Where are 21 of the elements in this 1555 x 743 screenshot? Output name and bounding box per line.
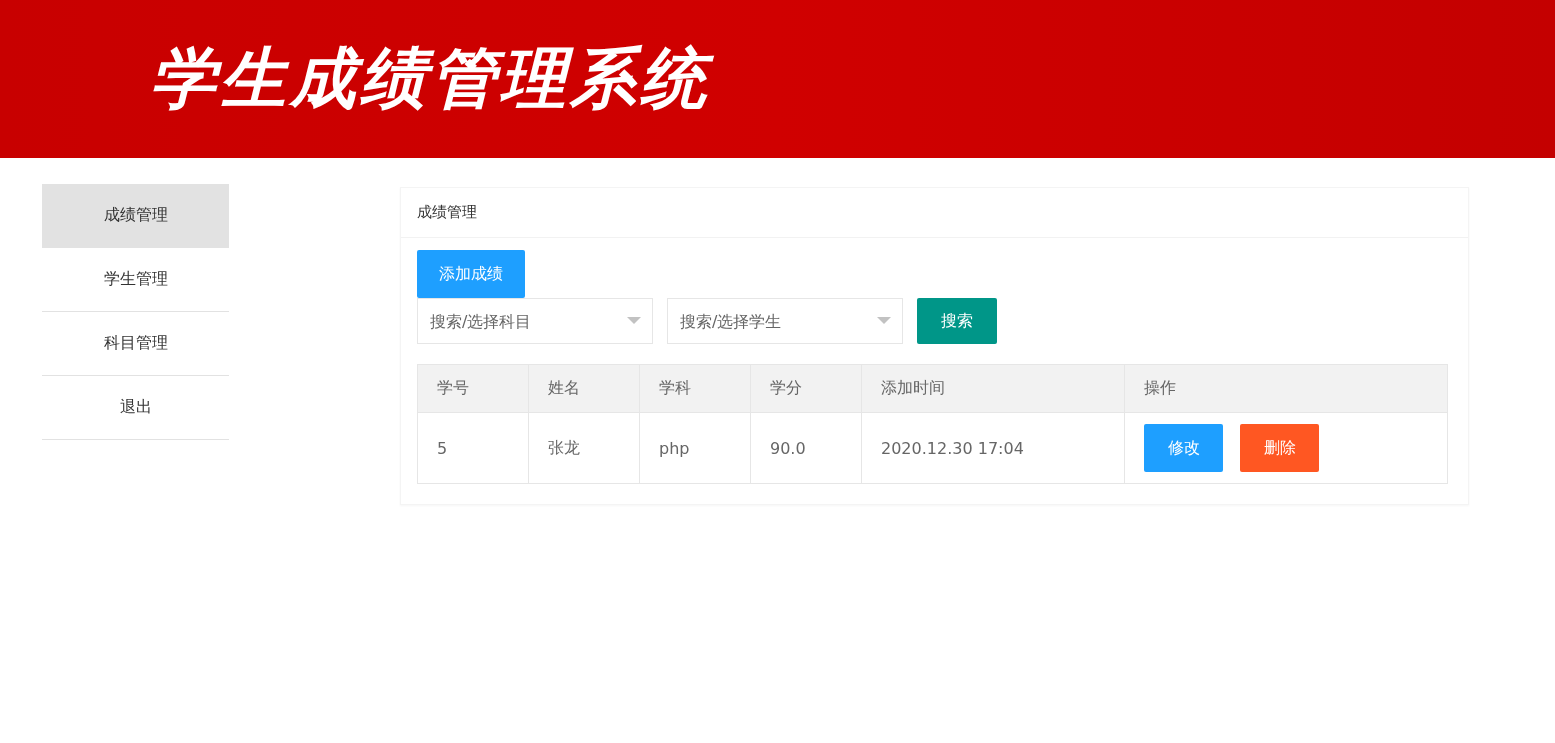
table-cell: 2020.12.30 17:04 <box>861 412 1125 484</box>
table-cell: 张龙 <box>528 412 640 484</box>
caret-icon <box>877 317 891 325</box>
sidebar-item[interactable]: 退出 <box>42 376 229 440</box>
column-header: 学科 <box>639 364 751 413</box>
table-cell: 90.0 <box>750 412 862 484</box>
select-field[interactable]: 搜索/选择科目 <box>417 298 653 344</box>
caret-icon <box>627 317 641 325</box>
column-header: 学分 <box>750 364 862 413</box>
sidebar-item[interactable]: 科目管理 <box>42 312 229 376</box>
sidebar-item[interactable]: 成绩管理 <box>42 184 229 248</box>
column-header: 操作 <box>1124 364 1448 413</box>
search-button[interactable]: 搜索 <box>917 298 997 344</box>
select-field[interactable]: 搜索/选择学生 <box>667 298 903 344</box>
column-header: 姓名 <box>528 364 640 413</box>
table-cell: 5 <box>417 412 529 484</box>
column-header: 学号 <box>417 364 529 413</box>
table-cell: php <box>639 412 751 484</box>
column-header: 添加时间 <box>861 364 1125 413</box>
sidebar-item[interactable]: 学生管理 <box>42 248 229 312</box>
panel-title: 成绩管理 <box>401 188 1468 238</box>
